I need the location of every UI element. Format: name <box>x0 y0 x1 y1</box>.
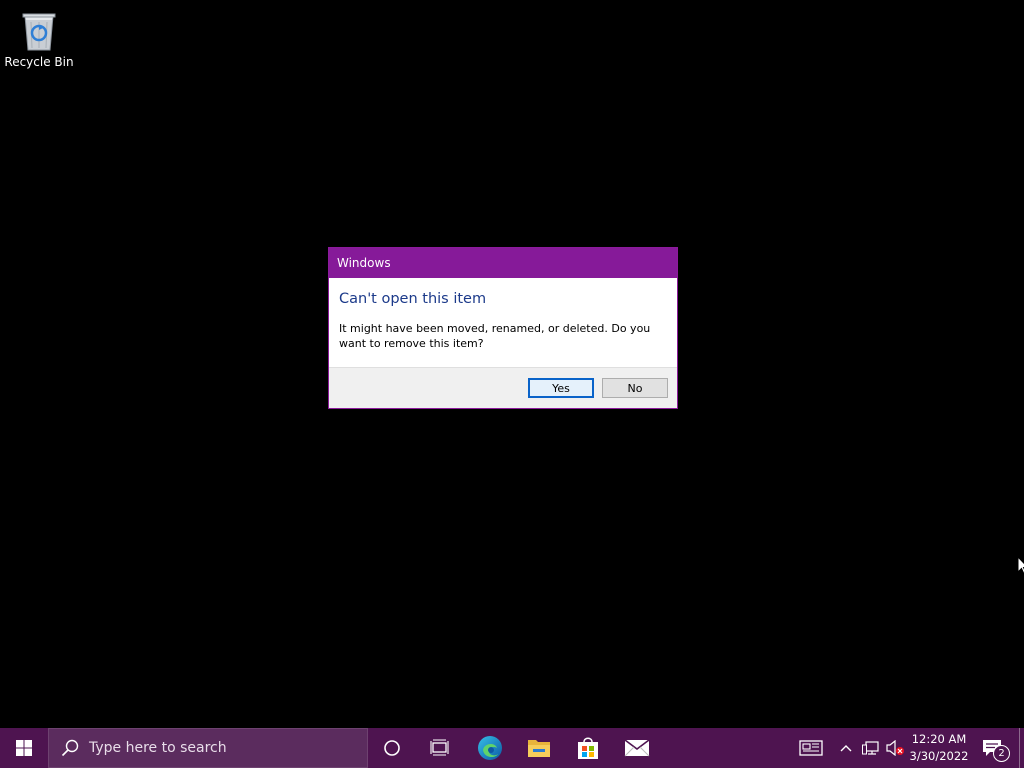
taskbar: Type here to search 12:20 AM 3/30/2022 2 <box>0 728 1024 768</box>
search-placeholder: Type here to search <box>89 740 227 756</box>
error-dialog: Windows Can't open this item It might ha… <box>328 247 678 409</box>
clock-button[interactable]: 12:20 AM 3/30/2022 <box>908 728 970 768</box>
yes-button[interactable]: Yes <box>528 378 594 398</box>
volume-muted-icon <box>886 740 904 756</box>
mouse-cursor-icon <box>1017 556 1024 575</box>
news-widget-button[interactable] <box>794 728 828 768</box>
taskbar-mail[interactable] <box>613 728 661 768</box>
start-icon <box>16 740 32 756</box>
start-button[interactable] <box>0 728 48 768</box>
desktop-icon-recycle-bin[interactable]: Recycle Bin <box>4 6 74 76</box>
network-tray-button[interactable] <box>860 728 882 768</box>
mail-icon <box>624 739 650 757</box>
taskbar-edge[interactable] <box>466 728 514 768</box>
notification-count-badge: 2 <box>993 745 1010 762</box>
taskbar-microsoft-store[interactable] <box>564 728 612 768</box>
show-desktop-button[interactable] <box>1019 728 1020 768</box>
dialog-message: It might have been moved, renamed, or de… <box>339 322 651 350</box>
file-explorer-icon <box>528 740 550 757</box>
chevron-up-icon <box>840 745 852 752</box>
search-icon <box>61 739 79 757</box>
edge-icon <box>478 736 502 760</box>
clock-time: 12:20 AM <box>911 732 967 746</box>
recycle-bin-icon <box>22 13 56 51</box>
news-icon <box>799 740 823 756</box>
dialog-title: Windows <box>329 248 677 278</box>
show-hidden-icons-button[interactable] <box>836 728 856 768</box>
cortana-icon <box>384 740 400 756</box>
task-view-button[interactable] <box>416 728 464 768</box>
volume-tray-button[interactable] <box>884 728 906 768</box>
no-button[interactable]: No <box>602 378 668 398</box>
dialog-footer: Yes No <box>329 367 677 408</box>
cortana-button[interactable] <box>368 728 416 768</box>
microsoft-store-icon <box>578 737 598 759</box>
taskbar-file-explorer[interactable] <box>515 728 563 768</box>
network-icon <box>862 741 879 755</box>
task-view-icon <box>430 739 449 756</box>
clock-date: 3/30/2022 <box>909 749 969 763</box>
taskbar-search-box[interactable]: Type here to search <box>48 728 368 768</box>
recycle-bin-label: Recycle Bin <box>4 55 74 69</box>
action-center-button[interactable]: 2 <box>976 728 1012 768</box>
dialog-heading: Can't open this item <box>339 291 487 307</box>
